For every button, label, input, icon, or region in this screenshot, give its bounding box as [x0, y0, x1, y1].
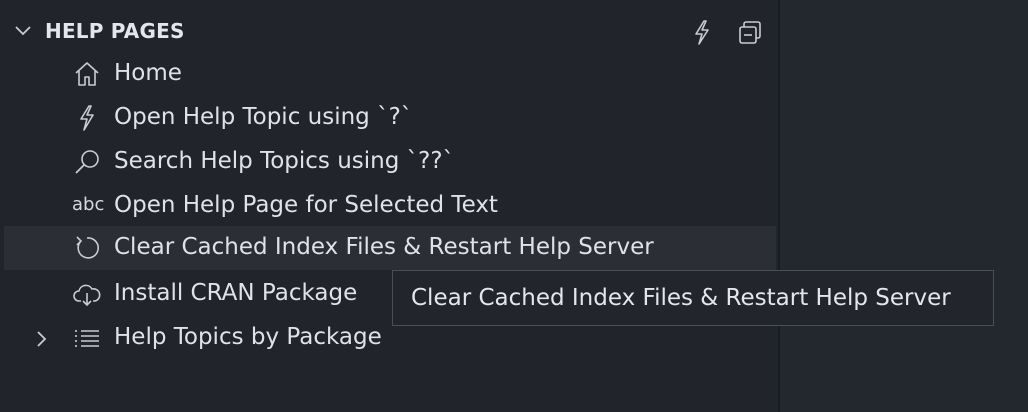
help-item-clear-cache[interactable]: Clear Cached Index Files & Restart Help …: [4, 226, 776, 270]
help-item-selected-text[interactable]: abc Open Help Page for Selected Text: [4, 184, 776, 228]
chevron-right-icon[interactable]: [32, 328, 52, 350]
editor-area: [780, 0, 1028, 412]
lightning-icon[interactable]: [688, 18, 716, 46]
refresh-icon: [72, 234, 102, 262]
lightning-icon: [72, 104, 102, 132]
search-icon: [72, 148, 102, 176]
tooltip-text: Clear Cached Index Files & Restart Help …: [411, 285, 951, 311]
item-label: Open Help Topic using `?`: [114, 104, 413, 130]
help-item-home[interactable]: Home: [4, 52, 776, 96]
help-item-search[interactable]: Search Help Topics using `??`: [4, 140, 776, 184]
section-title: HELP PAGES: [45, 19, 185, 43]
list-icon: [72, 324, 102, 352]
help-pages-section-header[interactable]: HELP PAGES: [0, 8, 778, 52]
item-label: Search Help Topics using `??`: [114, 148, 455, 174]
item-label: Install CRAN Package: [114, 280, 358, 306]
item-label: Help Topics by Package: [114, 324, 382, 350]
collapse-all-icon[interactable]: [736, 18, 764, 46]
abc-icon: abc: [72, 194, 105, 215]
item-label: Clear Cached Index Files & Restart Help …: [114, 234, 654, 260]
cloud-download-icon: [72, 280, 102, 308]
help-sidebar: HELP PAGES Home Open Help Topic using `?…: [0, 0, 778, 412]
home-icon: [72, 60, 102, 88]
item-label: Open Help Page for Selected Text: [114, 192, 498, 218]
chevron-down-icon[interactable]: [12, 20, 34, 42]
help-item-open-topic[interactable]: Open Help Topic using `?`: [4, 96, 776, 140]
item-label: Home: [114, 60, 182, 86]
tooltip: Clear Cached Index Files & Restart Help …: [392, 270, 994, 326]
